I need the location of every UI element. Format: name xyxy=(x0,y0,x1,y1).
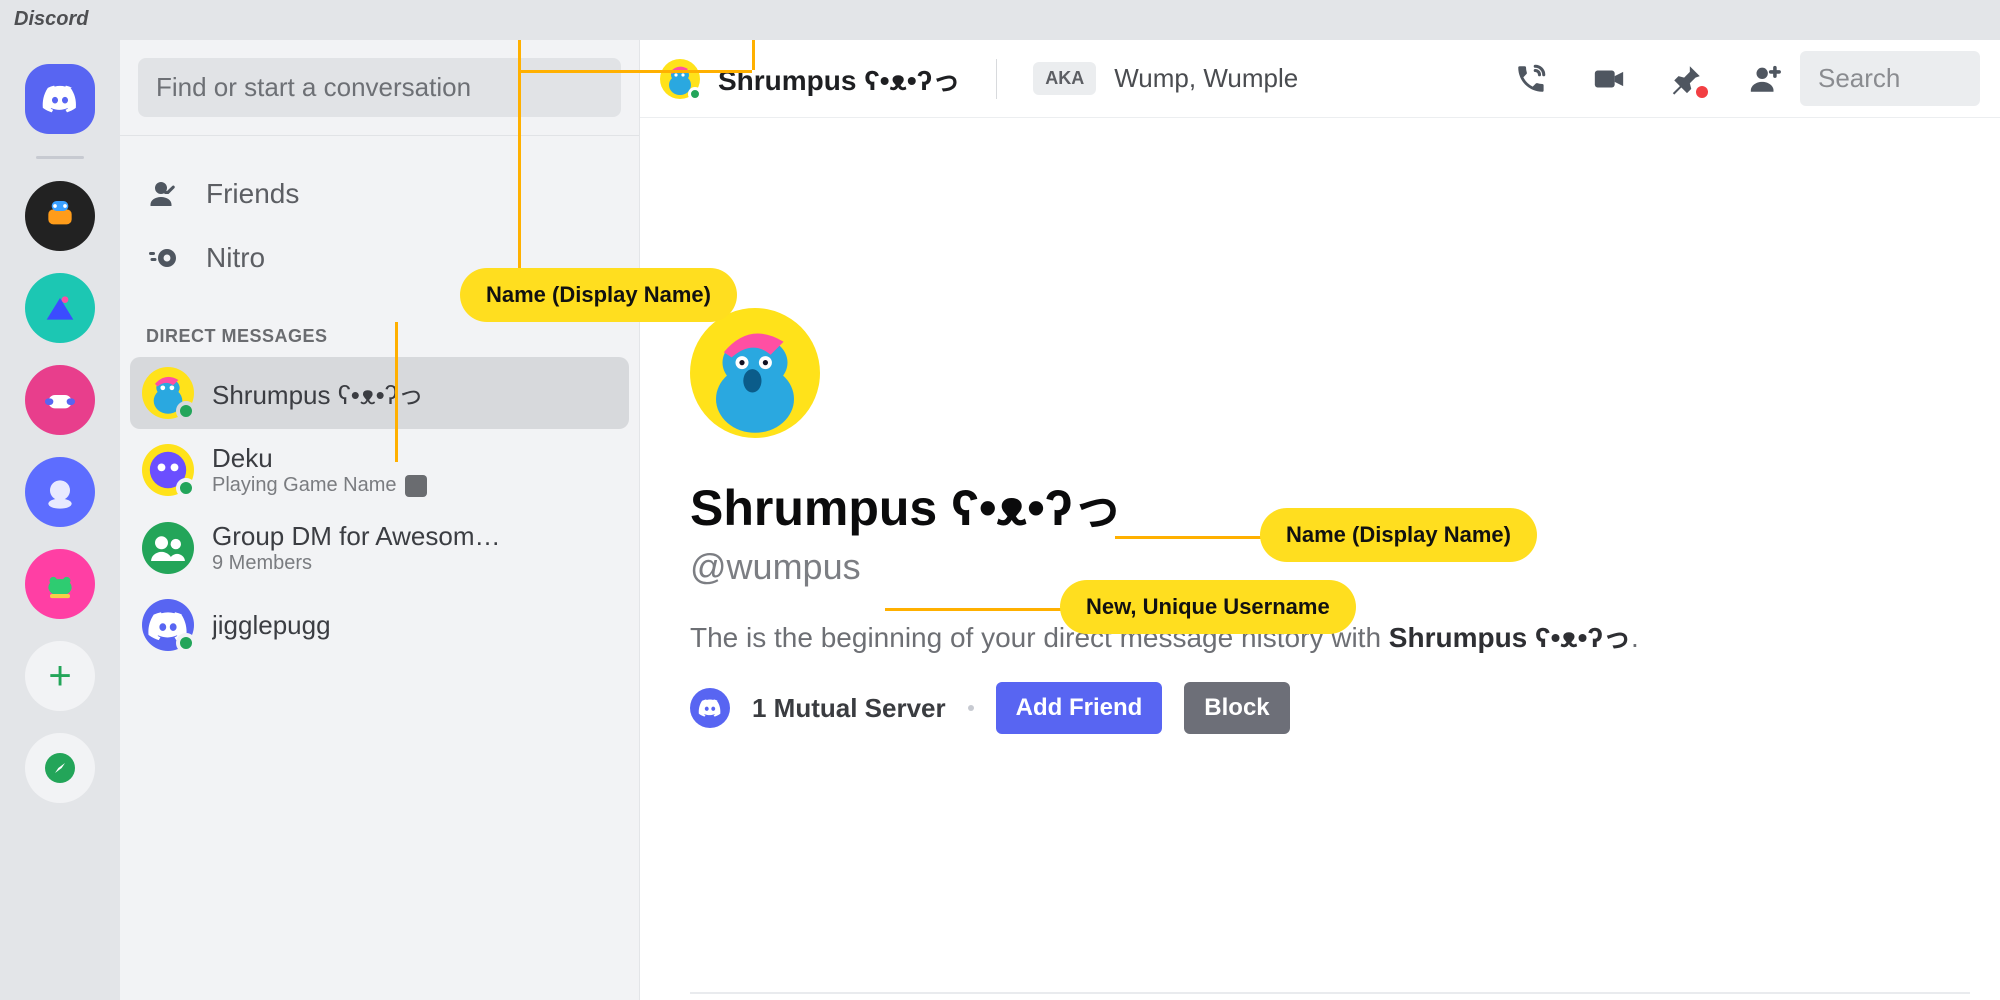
friends-icon xyxy=(146,176,182,212)
topbar: Shrumpus ʕ•ᴥ•ʔっ AKA Wump, Wumple xyxy=(640,40,2000,118)
add-friends-to-dm-button[interactable] xyxy=(1748,62,1782,96)
video-icon xyxy=(1592,62,1626,96)
separator-dot xyxy=(968,705,974,711)
avatar xyxy=(142,367,194,419)
server-item[interactable] xyxy=(25,273,95,343)
divider xyxy=(690,992,1970,994)
friends-label: Friends xyxy=(206,178,299,210)
dm-name: jigglepugg xyxy=(212,610,331,641)
dm-subtext: Playing Game Name xyxy=(212,474,397,497)
annotation-username-main: New, Unique Username xyxy=(1060,580,1356,634)
user-plus-icon xyxy=(1748,62,1782,96)
dm-item-group[interactable]: Group DM for Awesom… 9 Members xyxy=(130,511,629,585)
dm-item-deku[interactable]: Deku Playing Game Name xyxy=(130,433,629,507)
compass-icon xyxy=(40,748,80,788)
explore-button[interactable] xyxy=(25,733,95,803)
annotation-line xyxy=(518,40,521,270)
nitro-icon xyxy=(146,240,182,276)
phone-icon xyxy=(1514,62,1548,96)
dm-item-jigglepugg[interactable]: jigglepugg xyxy=(130,589,629,661)
frog-icon xyxy=(40,564,80,604)
search-input[interactable]: Search xyxy=(1800,51,1980,106)
aka-badge: AKA xyxy=(1033,62,1096,95)
aka-names: Wump, Wumple xyxy=(1114,63,1298,94)
tent-icon xyxy=(40,288,80,328)
mutual-servers-link[interactable]: 1 Mutual Server xyxy=(752,693,946,724)
discord-logo-icon xyxy=(697,695,723,721)
dm-name: Group DM for Awesom… xyxy=(212,521,501,552)
status-online-icon xyxy=(176,633,196,653)
annotation-line xyxy=(1115,536,1265,539)
avatar xyxy=(142,444,194,496)
home-button[interactable] xyxy=(25,64,95,134)
annotation-display-name-main: Name (Display Name) xyxy=(1260,508,1537,562)
annotation-display-name-top: Name (Display Name) xyxy=(460,268,737,322)
friends-nav[interactable]: Friends xyxy=(134,162,625,226)
avatar[interactable] xyxy=(660,59,700,99)
nitro-label: Nitro xyxy=(206,242,265,274)
server-rail: + xyxy=(0,40,120,1000)
server-item[interactable] xyxy=(25,181,95,251)
rich-presence-icon xyxy=(405,475,427,497)
annotation-line xyxy=(885,608,1065,611)
block-button[interactable]: Block xyxy=(1184,682,1289,734)
dm-sidebar: Find or start a conversation Friends Nit… xyxy=(120,40,640,1000)
start-voice-call-button[interactable] xyxy=(1514,62,1548,96)
pinned-messages-button[interactable] xyxy=(1670,62,1704,96)
mutual-server-icon[interactable] xyxy=(690,688,730,728)
discord-logo-icon xyxy=(40,79,80,119)
rail-separator xyxy=(36,156,84,159)
status-online-icon xyxy=(688,87,702,101)
annotation-line xyxy=(518,70,752,73)
server-item[interactable] xyxy=(25,365,95,435)
add-friend-button[interactable]: Add Friend xyxy=(996,682,1163,734)
server-item[interactable] xyxy=(25,457,95,527)
avatar xyxy=(142,599,194,651)
bot-icon xyxy=(40,472,80,512)
annotation-line xyxy=(752,40,755,70)
plus-icon: + xyxy=(48,654,71,699)
find-conversation-input[interactable]: Find or start a conversation xyxy=(138,58,621,117)
status-online-icon xyxy=(176,401,196,421)
add-server-button[interactable]: + xyxy=(25,641,95,711)
start-video-call-button[interactable] xyxy=(1592,62,1626,96)
profile-avatar[interactable] xyxy=(690,308,820,438)
annotation-line xyxy=(395,322,398,462)
dm-subtext: 9 Members xyxy=(212,552,312,575)
status-online-icon xyxy=(176,478,196,498)
dm-content: Shrumpus ʕ•ᴥ•ʔっ @wumpus The is the begin… xyxy=(640,118,2000,1000)
divider xyxy=(996,59,997,99)
avatar xyxy=(142,522,194,574)
window-title: Discord xyxy=(0,0,2000,40)
notification-dot-icon xyxy=(1696,86,1708,98)
dm-item-shrumpus[interactable]: Shrumpus ʕ•ᴥ•ʔっ xyxy=(130,357,629,429)
robot-icon xyxy=(40,196,80,236)
dm-name: Shrumpus ʕ•ᴥ•ʔっ xyxy=(212,375,424,412)
controller-icon xyxy=(40,380,80,420)
server-item[interactable] xyxy=(25,549,95,619)
main-panel: Shrumpus ʕ•ᴥ•ʔっ AKA Wump, Wumple xyxy=(640,40,2000,1000)
